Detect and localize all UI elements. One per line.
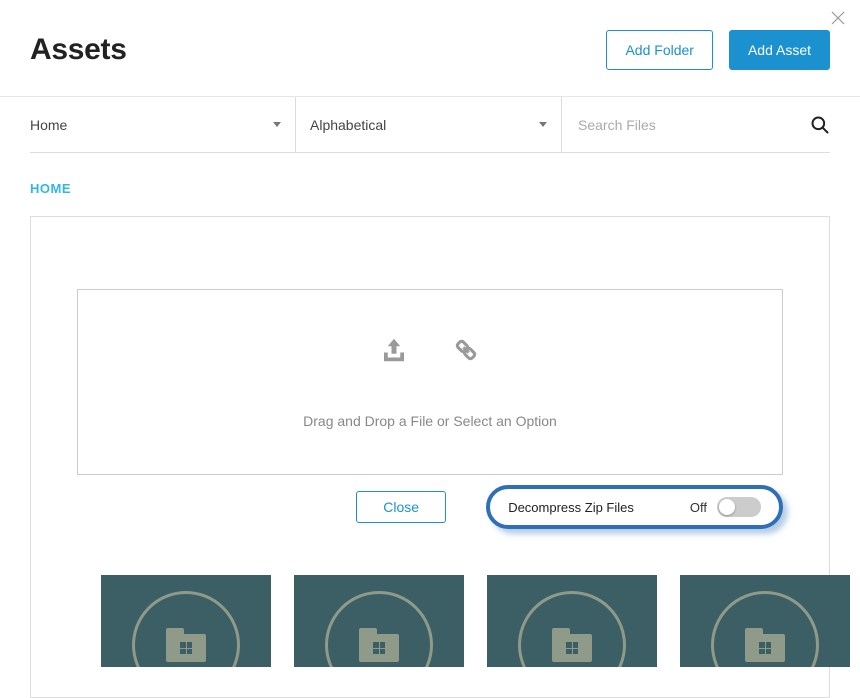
search-icon[interactable] (810, 115, 830, 135)
upload-icon[interactable] (379, 335, 409, 365)
folder-card[interactable] (680, 575, 850, 667)
folder-icon (359, 628, 399, 662)
dropzone[interactable]: Drag and Drop a File or Select an Option (77, 289, 783, 475)
dialog-close-button[interactable] (830, 10, 846, 26)
folder-cards (101, 575, 759, 667)
link-icon[interactable] (451, 335, 481, 365)
folder-card[interactable] (294, 575, 464, 667)
dropzone-icons (379, 335, 481, 365)
sort-value: Alphabetical (310, 117, 386, 133)
location-value: Home (30, 117, 67, 133)
decompress-toggle-highlight: Decompress Zip Files Off (486, 485, 783, 529)
folder-icon (745, 628, 785, 662)
folder-icon (552, 628, 592, 662)
main-panel: Drag and Drop a File or Select an Option… (30, 216, 830, 698)
folder-card[interactable] (487, 575, 657, 667)
sort-select[interactable]: Alphabetical (296, 97, 562, 152)
page-title: Assets (30, 33, 127, 67)
toggle-state: Off (690, 500, 707, 515)
folder-icon (166, 628, 206, 662)
toggle-right: Off (690, 497, 761, 517)
switch-knob (719, 499, 735, 515)
chevron-down-icon (273, 122, 281, 127)
folder-ring (325, 591, 433, 667)
header: Assets Add Folder Add Asset (0, 0, 860, 97)
add-folder-button[interactable]: Add Folder (606, 30, 712, 70)
toggle-label: Decompress Zip Files (508, 500, 634, 515)
folder-ring (711, 591, 819, 667)
header-buttons: Add Folder Add Asset (606, 30, 830, 70)
filter-bar: Home Alphabetical (30, 97, 830, 153)
close-button[interactable]: Close (356, 491, 446, 523)
decompress-toggle[interactable] (717, 497, 761, 517)
folder-ring (132, 591, 240, 667)
folder-ring (518, 591, 626, 667)
close-icon (830, 13, 846, 30)
search-wrap (562, 97, 830, 152)
breadcrumb: HOME (0, 153, 860, 216)
location-select[interactable]: Home (30, 97, 296, 152)
add-asset-button[interactable]: Add Asset (729, 30, 830, 70)
folder-card[interactable] (101, 575, 271, 667)
chevron-down-icon (539, 122, 547, 127)
controls-row: Close Decompress Zip Files Off (77, 485, 783, 529)
breadcrumb-home[interactable]: HOME (30, 181, 71, 196)
search-input[interactable] (576, 116, 810, 134)
dropzone-text: Drag and Drop a File or Select an Option (303, 413, 557, 429)
